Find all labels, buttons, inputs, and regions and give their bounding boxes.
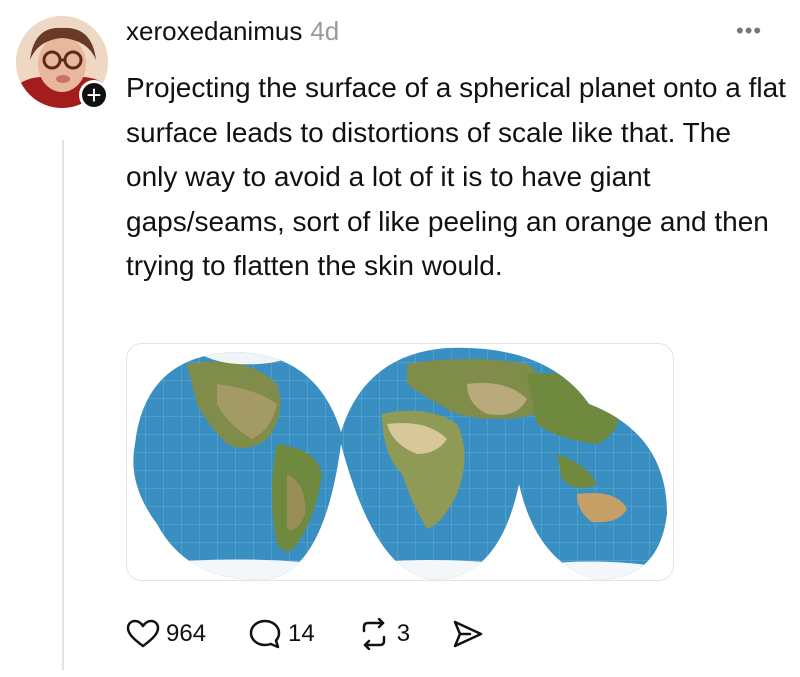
comment-icon <box>248 618 282 650</box>
post-text: Projecting the surface of a spherical pl… <box>126 72 786 281</box>
like-count: 964 <box>166 620 207 647</box>
reply-count: 14 <box>288 620 315 647</box>
post-header: xeroxedanimus 4d <box>126 16 339 47</box>
heart-icon <box>126 619 160 649</box>
reply-button[interactable]: 14 <box>248 618 315 650</box>
thread-line <box>62 140 64 670</box>
repost-button[interactable]: 3 <box>357 618 410 650</box>
like-button[interactable]: 964 <box>126 619 206 649</box>
plus-icon: + <box>86 80 102 110</box>
action-bar: 964 14 3 <box>126 612 526 656</box>
username[interactable]: xeroxedanimus <box>126 16 302 47</box>
repost-icon <box>357 618 391 650</box>
timestamp: 4d <box>310 16 340 46</box>
repost-count: 3 <box>396 620 411 647</box>
share-button[interactable] <box>452 619 484 649</box>
more-horizontal-icon: ••• <box>736 18 763 43</box>
more-options-button[interactable]: ••• <box>736 18 762 44</box>
post-image[interactable] <box>126 343 674 581</box>
follow-button[interactable]: + <box>79 80 109 110</box>
world-map-image <box>133 347 667 580</box>
share-icon <box>452 619 484 649</box>
